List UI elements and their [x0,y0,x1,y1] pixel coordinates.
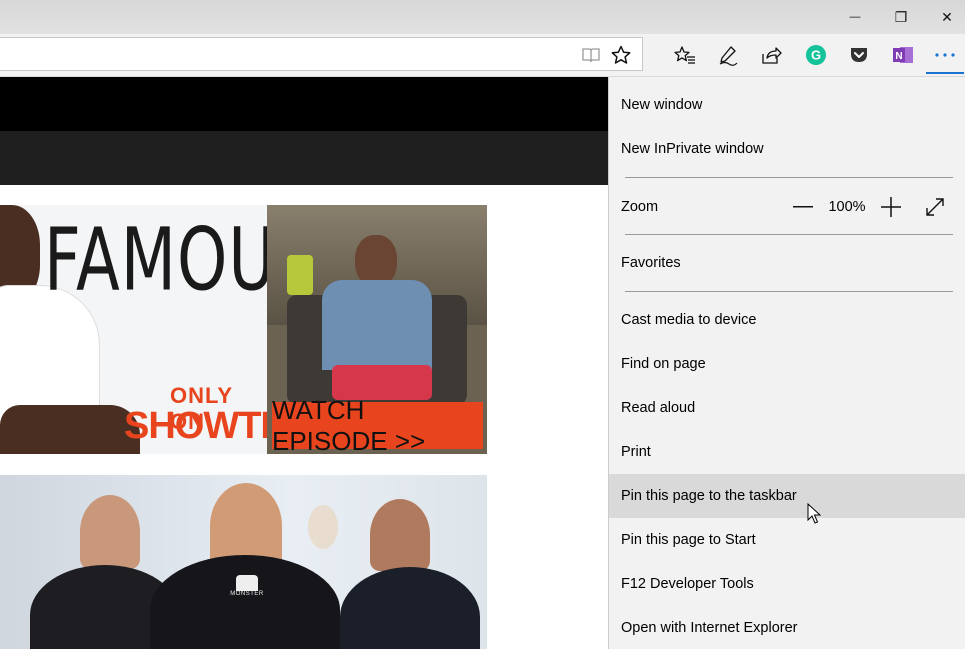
photo-person-right-head [370,499,430,571]
favorite-star-icon[interactable] [608,42,634,68]
menu-item-label: Open with Internet Explorer [621,620,798,636]
menu-item-label: Read aloud [621,400,696,416]
ad-headline: FAMOUS [44,211,267,311]
onenote-icon[interactable]: N [888,40,918,70]
menu-item-label: Pin this page to the taskbar [621,488,797,504]
photo-person-right-body [340,567,480,649]
ad-network-logo: SHOWTIME [124,405,267,447]
menu-item-find-on-page[interactable]: Find on page [609,342,965,386]
ad-figure-arm [0,405,140,454]
zoom-label: Zoom [621,199,659,215]
svg-text:N: N [895,51,902,62]
article-photo[interactable]: MONSTER [0,475,487,649]
mouse-cursor-icon [807,503,821,524]
ad-person-shirt [322,280,432,370]
browser-toolbar: G N [0,34,965,77]
zoom-row: Zoom 100% [609,178,965,236]
menu-item-print[interactable]: Print [609,430,965,474]
ad-towel [287,255,313,295]
restore-icon: ❐ [894,8,908,25]
zoom-in-button[interactable] [877,178,905,236]
menu-item-read-aloud[interactable]: Read aloud [609,386,965,430]
close-button[interactable]: ✕ [924,0,965,34]
zoom-out-button[interactable] [789,178,817,236]
photo-background-decoration [308,505,338,549]
menu-separator [625,291,953,292]
address-bar[interactable] [0,37,643,71]
minus-icon [793,206,813,208]
menu-item-favorites[interactable]: Favorites [609,241,965,285]
full-screen-button[interactable] [921,178,949,236]
favorites-hub-icon[interactable] [670,40,700,70]
advertisement-banner[interactable]: FAMOUS ONLY ON SHOWTIME WATCH EPISODE >> [0,205,487,454]
web-page-content: FAMOUS ONLY ON SHOWTIME WATCH EPISODE >>… [0,77,608,649]
menu-item-new-inprivate-window[interactable]: New InPrivate window [609,127,965,171]
reading-view-icon[interactable] [578,42,604,68]
minimize-button[interactable]: — [832,0,878,34]
menu-item-label: Favorites [621,255,681,271]
menu-item-label: New window [621,97,703,113]
menu-item-pin-to-start[interactable]: Pin this page to Start [609,518,965,562]
site-header [0,77,608,131]
watch-episode-button[interactable]: WATCH EPISODE >> [272,395,483,454]
menu-item-cast-media[interactable]: Cast media to device [609,298,965,342]
menu-item-new-window[interactable]: New window [609,83,965,127]
svg-text:G: G [811,48,821,63]
restore-button[interactable]: ❐ [878,0,924,34]
monster-logo: MONSTER [225,575,269,605]
photo-person-left-head [80,495,140,569]
menu-item-label: Print [621,444,651,460]
monster-logo-text: MONSTER [230,591,264,597]
minimize-icon: — [849,11,861,23]
menu-item-label: Cast media to device [621,312,757,328]
menu-separator [625,234,953,235]
menu-item-label: New InPrivate window [621,141,764,157]
menu-item-label: Find on page [621,356,706,372]
more-actions-active-indicator [926,72,964,74]
ad-poster: FAMOUS ONLY ON SHOWTIME [0,205,267,454]
web-note-icon[interactable] [713,40,743,70]
menu-item-pin-to-taskbar[interactable]: Pin this page to the taskbar [609,474,965,518]
full-screen-icon [926,198,944,216]
share-icon[interactable] [756,40,786,70]
menu-item-label: Pin this page to Start [621,532,756,548]
site-nav-bar[interactable] [0,131,608,185]
zoom-value: 100% [828,199,866,215]
grammarly-icon[interactable]: G [801,40,831,70]
menu-item-label: F12 Developer Tools [621,576,754,592]
close-icon: ✕ [941,8,953,25]
more-actions-icon[interactable] [930,40,960,70]
more-actions-menu: New window New InPrivate window Zoom 100… [609,77,965,649]
menu-item-developer-tools[interactable]: F12 Developer Tools [609,562,965,606]
pocket-icon[interactable] [844,40,874,70]
title-bar: — ❐ ✕ [0,0,965,34]
menu-item-open-with-ie[interactable]: Open with Internet Explorer [609,606,965,650]
plus-icon [881,197,901,217]
ad-video-still: WATCH EPISODE >> [267,205,487,454]
